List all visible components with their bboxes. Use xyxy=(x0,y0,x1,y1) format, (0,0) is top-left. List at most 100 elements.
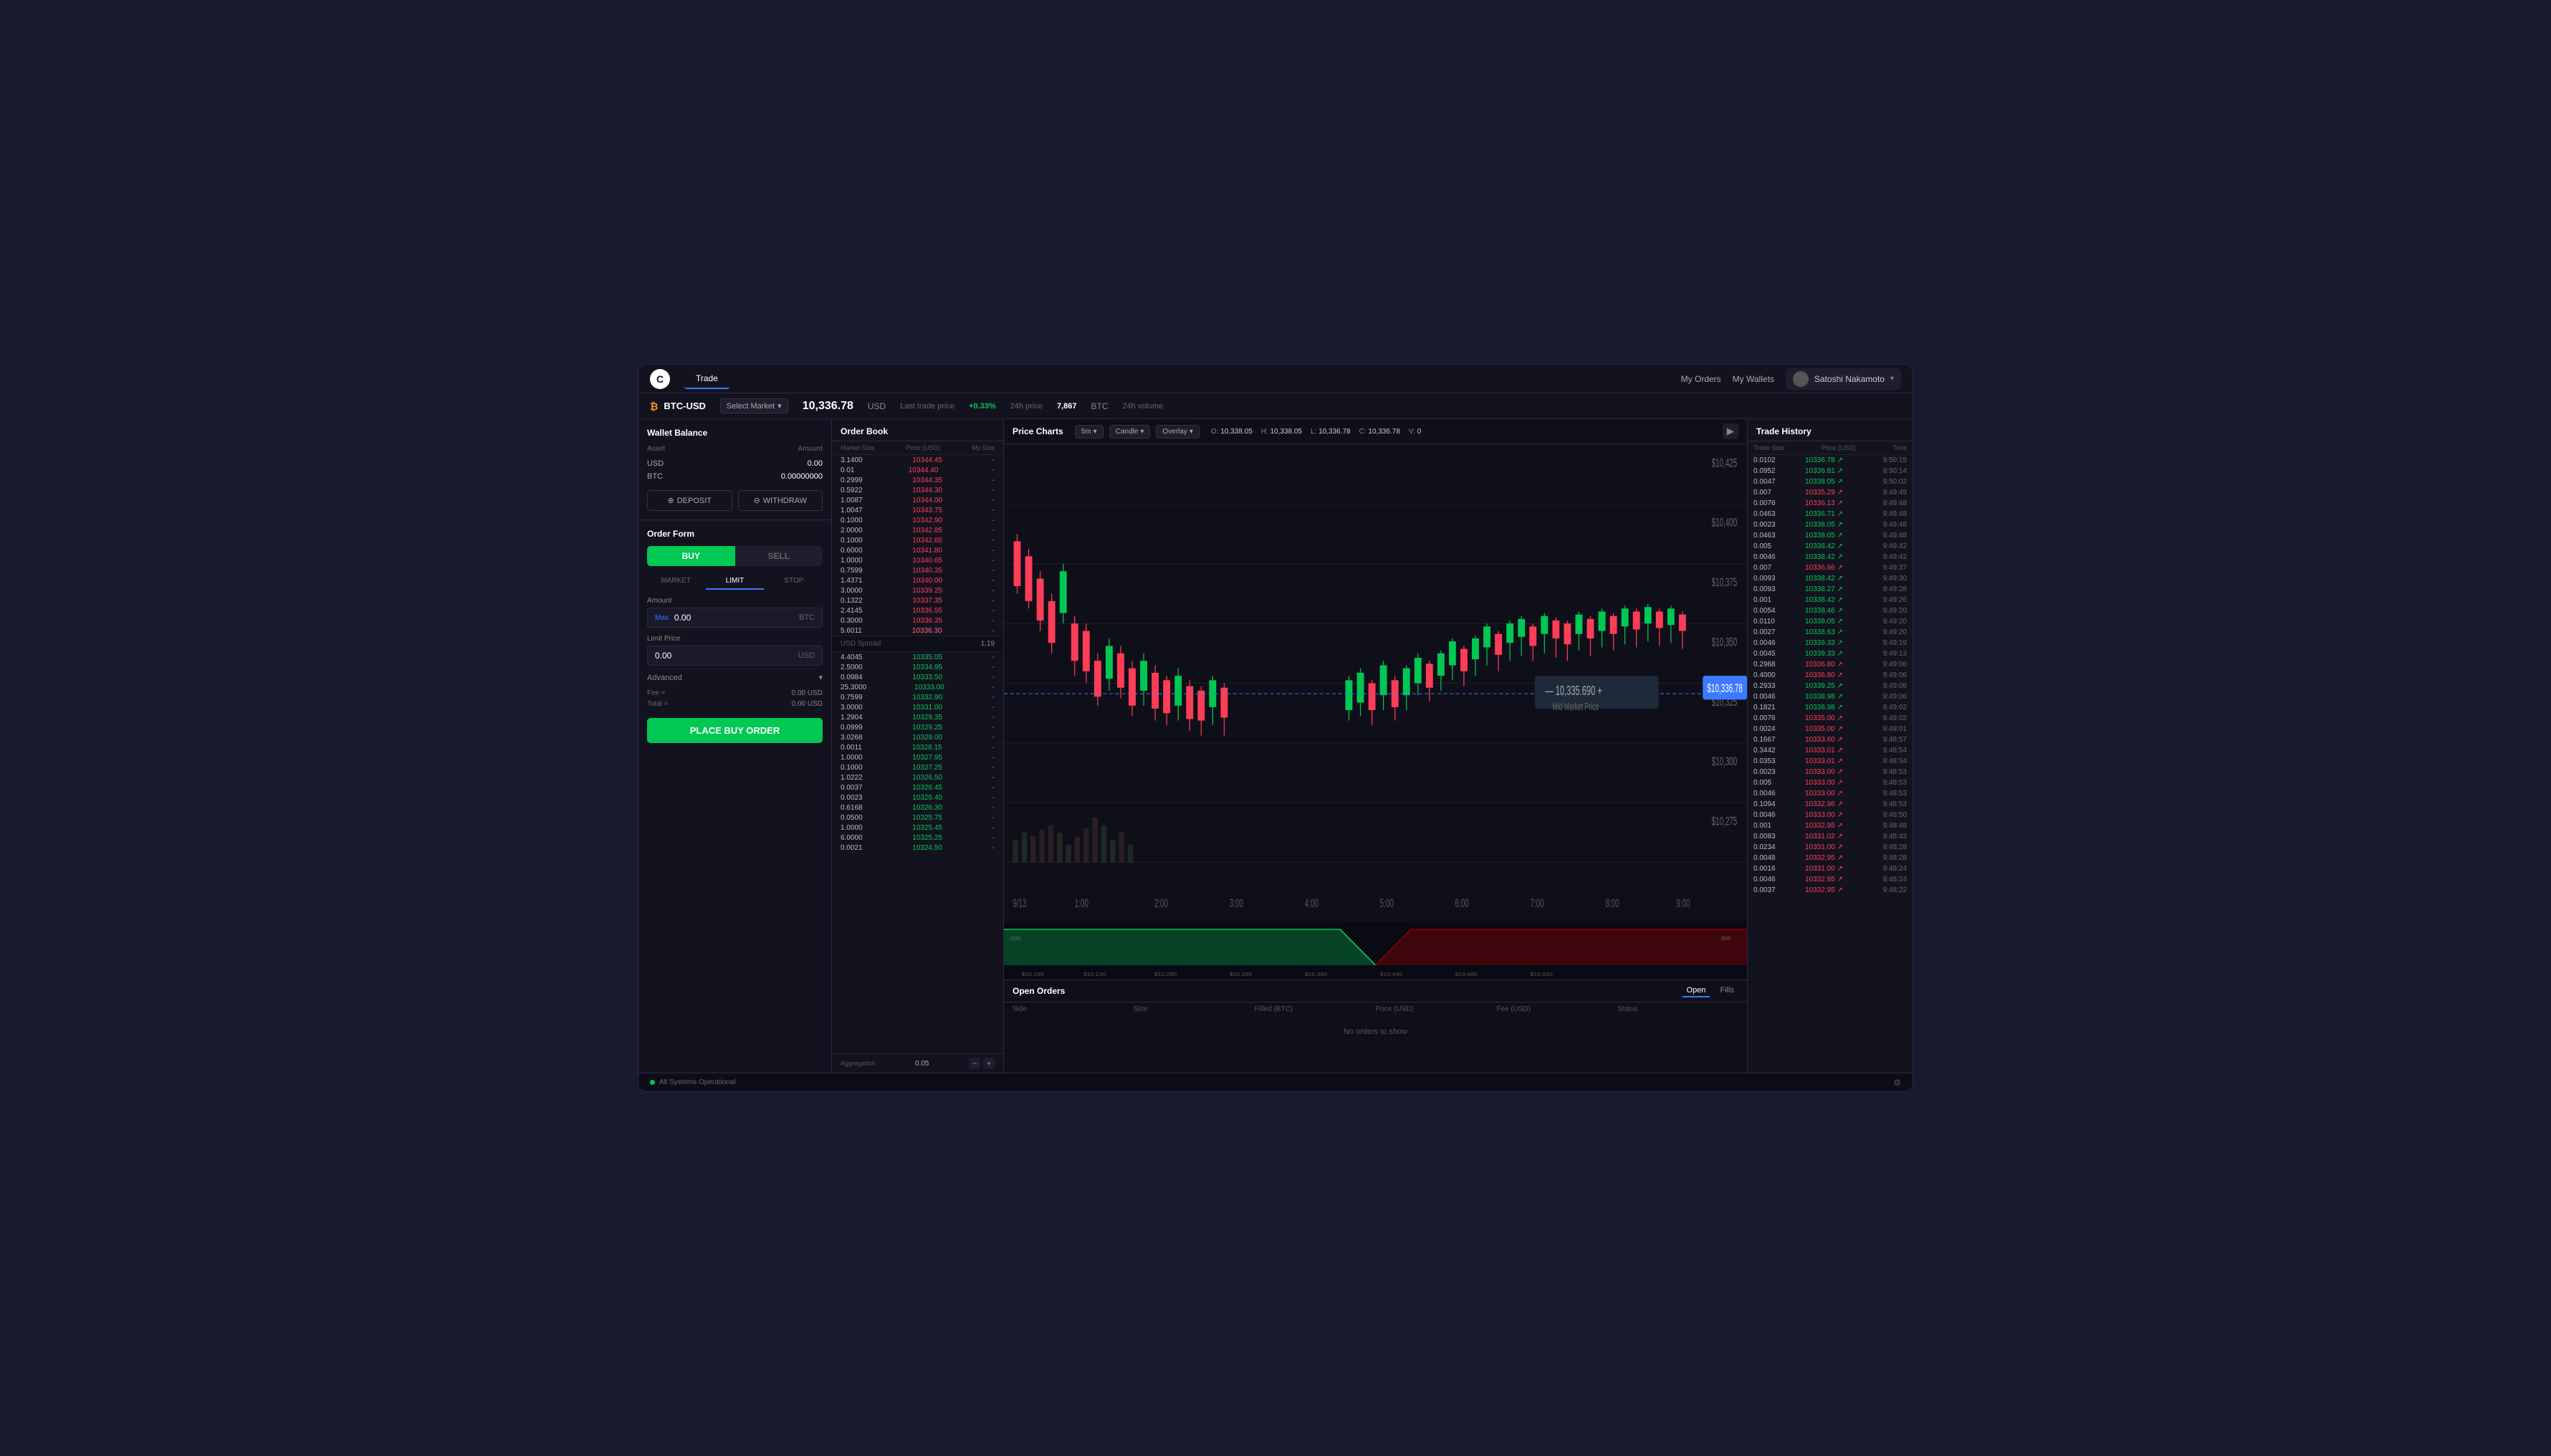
list-item: 0.1821 10338.98 ↗ 9:49:02 xyxy=(1748,702,1913,713)
trade-size: 0.0046 xyxy=(1753,553,1793,561)
trade-price: 10332.95 ↗ xyxy=(1805,822,1859,830)
trade-price: 10335.00 ↗ xyxy=(1805,725,1859,733)
list-item: 0.0046 10333.00 ↗ 9:48:53 xyxy=(1748,788,1913,799)
user-menu[interactable]: Satoshi Nakamoto ▾ xyxy=(1786,368,1901,390)
trade-price: 10338.46 ↗ xyxy=(1805,607,1859,615)
trade-size: 0.0037 xyxy=(1753,886,1793,894)
buy-tab[interactable]: BUY xyxy=(647,546,735,566)
list-item: 0.0046 10338.42 ↗ 9:49:42 xyxy=(1748,552,1913,562)
limit-price-input[interactable] xyxy=(655,651,798,661)
svg-text:$10,180: $10,180 xyxy=(1022,972,1045,977)
table-row[interactable]: 0.299910344.35- xyxy=(832,475,1003,485)
chart-type-select[interactable]: Candle ▾ xyxy=(1109,425,1151,439)
advanced-toggle[interactable]: Advanced ▾ xyxy=(647,673,823,682)
trade-price: 10332.96 ↗ xyxy=(1805,800,1859,808)
trade-time: 9:49:48 xyxy=(1871,510,1907,518)
agg-decrease-button[interactable]: − xyxy=(969,1058,980,1069)
trade-price: 10333.01 ↗ xyxy=(1805,757,1859,765)
trade-time: 9:49:06 xyxy=(1871,682,1907,690)
table-row[interactable]: 0.050010325.75- xyxy=(832,813,1003,823)
order-book-panel: Order Book Market Size Price (USD) My Si… xyxy=(832,419,1004,1073)
table-row[interactable]: 1.437110340.00- xyxy=(832,575,1003,585)
table-row[interactable]: 0.100010342.90- xyxy=(832,515,1003,525)
withdraw-button[interactable]: ⊖ WITHDRAW xyxy=(738,490,823,511)
list-item: 0.0023 10338.05 ↗ 9:49:48 xyxy=(1748,519,1913,530)
nav-tab-trade[interactable]: Trade xyxy=(684,369,729,389)
overlay-select[interactable]: Overlay ▾ xyxy=(1156,425,1199,439)
place-buy-order-button[interactable]: PLACE BUY ORDER xyxy=(647,718,823,743)
my-orders-link[interactable]: My Orders xyxy=(1681,374,1721,384)
sell-tab[interactable]: SELL xyxy=(735,546,823,566)
table-row[interactable]: 0.002110324.50- xyxy=(832,843,1003,853)
table-row[interactable]: 0.001110328.15- xyxy=(832,742,1003,752)
table-row[interactable]: 1.000010327.95- xyxy=(832,752,1003,762)
chart-scroll-right-button[interactable]: ▶ xyxy=(1723,423,1738,439)
fills-tab[interactable]: Fills xyxy=(1715,985,1738,997)
table-row[interactable]: 4.404510335.05- xyxy=(832,652,1003,662)
table-row[interactable]: 0.600010341.80- xyxy=(832,545,1003,555)
list-item: 0.005 10338.42 ↗ 9:49:42 xyxy=(1748,541,1913,552)
list-item: 0.0076 10336.13 ↗ 9:49:48 xyxy=(1748,498,1913,509)
oo-col-price: Price (USD) xyxy=(1375,1005,1496,1013)
trade-size: 0.0046 xyxy=(1753,693,1793,701)
table-row[interactable]: 0.592210344.30- xyxy=(832,485,1003,495)
limit-tab[interactable]: LIMIT xyxy=(706,573,763,590)
amount-input[interactable] xyxy=(674,613,799,623)
table-row[interactable]: 1.004710343.75- xyxy=(832,505,1003,515)
table-row[interactable]: 2.000010342.85- xyxy=(832,525,1003,535)
table-row[interactable]: 1.290410329.35- xyxy=(832,712,1003,722)
table-row[interactable]: 1.000010340.65- xyxy=(832,555,1003,565)
my-wallets-link[interactable]: My Wallets xyxy=(1733,374,1774,384)
table-row[interactable]: 1.008710344.00- xyxy=(832,495,1003,505)
select-market-btn[interactable]: Select Market ▾ xyxy=(720,398,788,413)
change-label: 24h price xyxy=(1010,402,1043,411)
trade-size: 0.0076 xyxy=(1753,714,1793,722)
table-row[interactable]: 0.099910329.25- xyxy=(832,722,1003,732)
trade-size: 0.0463 xyxy=(1753,532,1793,540)
table-row[interactable]: 3.140010344.45- xyxy=(832,455,1003,465)
total-row: Total ≈ 0.00 USD xyxy=(647,700,823,708)
max-label[interactable]: Max xyxy=(655,614,669,622)
table-row[interactable]: 3.000010331.00- xyxy=(832,702,1003,712)
trade-time: 9:49:20 xyxy=(1871,628,1907,636)
table-row[interactable]: 0.616810326.30- xyxy=(832,803,1003,813)
app-logo[interactable]: C xyxy=(650,369,670,389)
trade-time: 9:49:01 xyxy=(1871,725,1907,733)
trade-size: 0.0046 xyxy=(1753,876,1793,883)
table-row[interactable]: 0.003710326.45- xyxy=(832,782,1003,792)
market-tab[interactable]: MARKET xyxy=(647,573,704,590)
trade-time: 9:48:53 xyxy=(1871,790,1907,798)
list-item: 0.0093 10338.27 ↗ 9:49:28 xyxy=(1748,584,1913,595)
open-tab[interactable]: Open xyxy=(1683,985,1710,997)
table-row[interactable]: 1.000010325.45- xyxy=(832,823,1003,833)
stop-tab[interactable]: STOP xyxy=(765,573,823,590)
agg-increase-button[interactable]: + xyxy=(983,1058,995,1069)
timeframe-select[interactable]: 5m ▾ xyxy=(1075,425,1104,439)
table-row[interactable]: 0.759910340.35- xyxy=(832,565,1003,575)
table-row[interactable]: 2.414510336.55- xyxy=(832,605,1003,616)
table-row[interactable]: 0.300010336.35- xyxy=(832,616,1003,626)
deposit-button[interactable]: ⊕ DEPOSIT xyxy=(647,490,732,511)
table-row[interactable]: 0.100010342.65- xyxy=(832,535,1003,545)
settings-icon[interactable]: ⚙ xyxy=(1893,1078,1901,1088)
table-row[interactable]: 5.601110336.30- xyxy=(832,626,1003,636)
table-row[interactable]: 3.026810329.00- xyxy=(832,732,1003,742)
table-row[interactable]: 2.500010334.95- xyxy=(832,662,1003,672)
trade-size: 0.0046 xyxy=(1753,811,1793,819)
table-row[interactable]: 25.300010333.00- xyxy=(832,682,1003,692)
trade-size: 0.0045 xyxy=(1753,650,1793,658)
trade-size: 0.0083 xyxy=(1753,833,1793,840)
svg-text:1:00: 1:00 xyxy=(1075,897,1088,910)
table-row[interactable]: 1.022210326.50- xyxy=(832,772,1003,782)
table-row[interactable]: 0.100010327.25- xyxy=(832,762,1003,772)
table-row[interactable]: 0.098410333.50- xyxy=(832,672,1003,682)
table-row[interactable]: 0.132210337.35- xyxy=(832,595,1003,605)
list-item: 0.0076 10335.00 ↗ 9:49:02 xyxy=(1748,713,1913,724)
table-row[interactable]: 3.000010339.25- xyxy=(832,585,1003,595)
table-row[interactable]: 0.002310326.40- xyxy=(832,792,1003,803)
table-row[interactable]: 6.000010325.25- xyxy=(832,833,1003,843)
table-row[interactable]: 0.759910332.90- xyxy=(832,692,1003,702)
table-row[interactable]: 0.0110344.40- xyxy=(832,465,1003,475)
trade-size: 0.0093 xyxy=(1753,585,1793,593)
trade-size: 0.001 xyxy=(1753,596,1793,604)
